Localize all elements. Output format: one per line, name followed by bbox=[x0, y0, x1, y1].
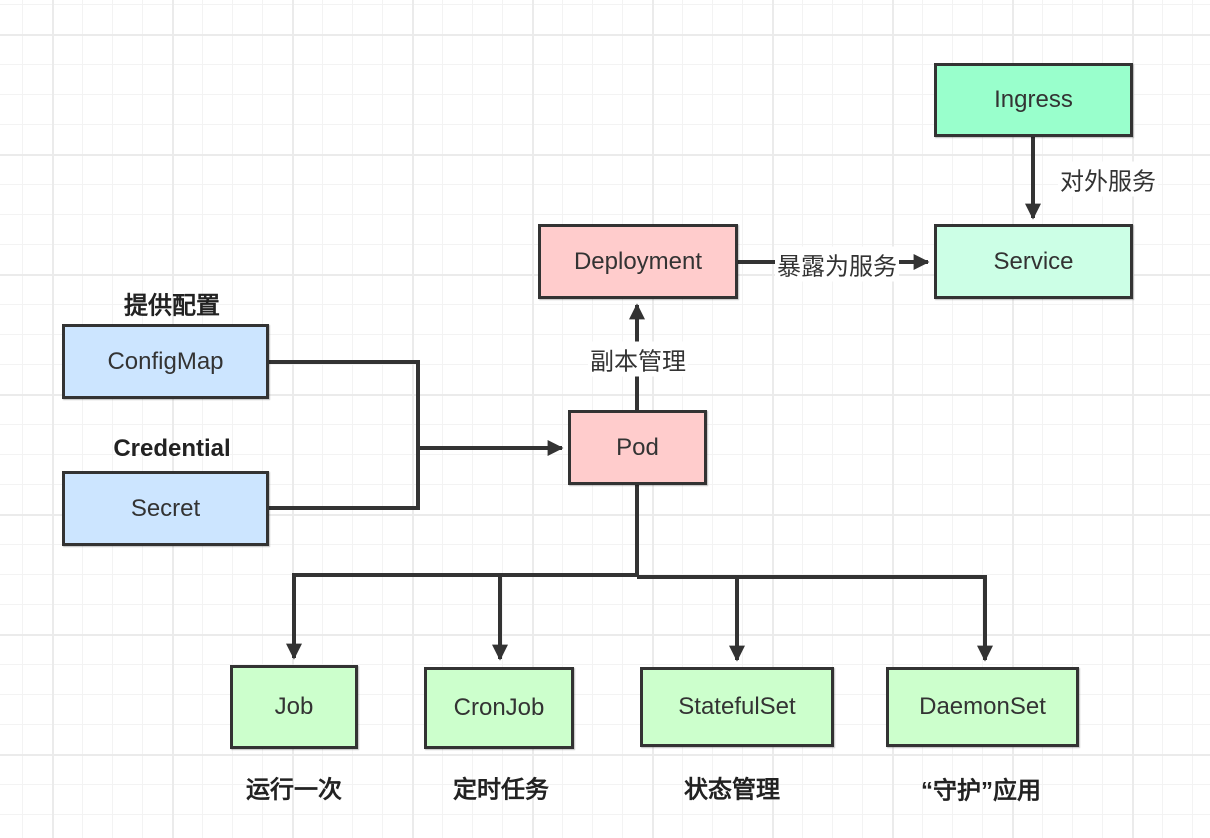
secret-node-label: Secret bbox=[130, 494, 201, 522]
pod-node-label: Pod bbox=[616, 433, 659, 461]
configmap-node-label: ConfigMap bbox=[107, 347, 224, 375]
edge-label-deployment-service: 暴露为服务 bbox=[775, 246, 899, 282]
pod-node[interactable]: Pod bbox=[568, 410, 707, 485]
ingress-node-label: Ingress bbox=[994, 86, 1073, 113]
edge-pod-daemonset bbox=[737, 575, 993, 662]
service-node-label: Service bbox=[993, 247, 1074, 275]
statefulset-node-label: StatefulSet bbox=[678, 693, 796, 720]
deployment-node-label: Deployment bbox=[573, 247, 703, 275]
statefulset-node[interactable]: StatefulSet bbox=[640, 667, 834, 747]
job-annotation: 运行一次 bbox=[246, 776, 342, 804]
cronjob-node[interactable]: CronJob bbox=[424, 667, 574, 749]
secret-node[interactable]: Secret bbox=[62, 471, 269, 546]
edge-pod-job bbox=[286, 573, 637, 660]
daemonset-node[interactable]: DaemonSet bbox=[886, 667, 1079, 747]
edge-configmap-pod bbox=[269, 360, 420, 448]
job-node-label: Job bbox=[274, 693, 314, 720]
deployment-node[interactable]: Deployment bbox=[538, 224, 738, 299]
edge-pod-statefulset bbox=[637, 575, 745, 662]
daemonset-node-label: DaemonSet bbox=[919, 693, 1046, 720]
configmap-annotation: 提供配置 bbox=[124, 292, 220, 320]
secret-annotation: Credential bbox=[113, 435, 231, 462]
configmap-node[interactable]: ConfigMap bbox=[62, 324, 269, 399]
ingress-node[interactable]: Ingress bbox=[934, 63, 1133, 137]
edge-label-pod-deployment: 副本管理 bbox=[588, 341, 688, 377]
service-node[interactable]: Service bbox=[934, 224, 1133, 299]
job-node[interactable]: Job bbox=[230, 665, 358, 749]
edge-label-ingress-service: 对外服务 bbox=[1058, 161, 1158, 197]
statefulset-annotation: 状态管理 bbox=[684, 776, 780, 804]
edge-secret-pod bbox=[269, 448, 420, 510]
cronjob-node-label: CronJob bbox=[453, 694, 545, 721]
cronjob-annotation: 定时任务 bbox=[453, 776, 549, 804]
daemonset-annotation: “守护”应用 bbox=[921, 777, 1041, 805]
